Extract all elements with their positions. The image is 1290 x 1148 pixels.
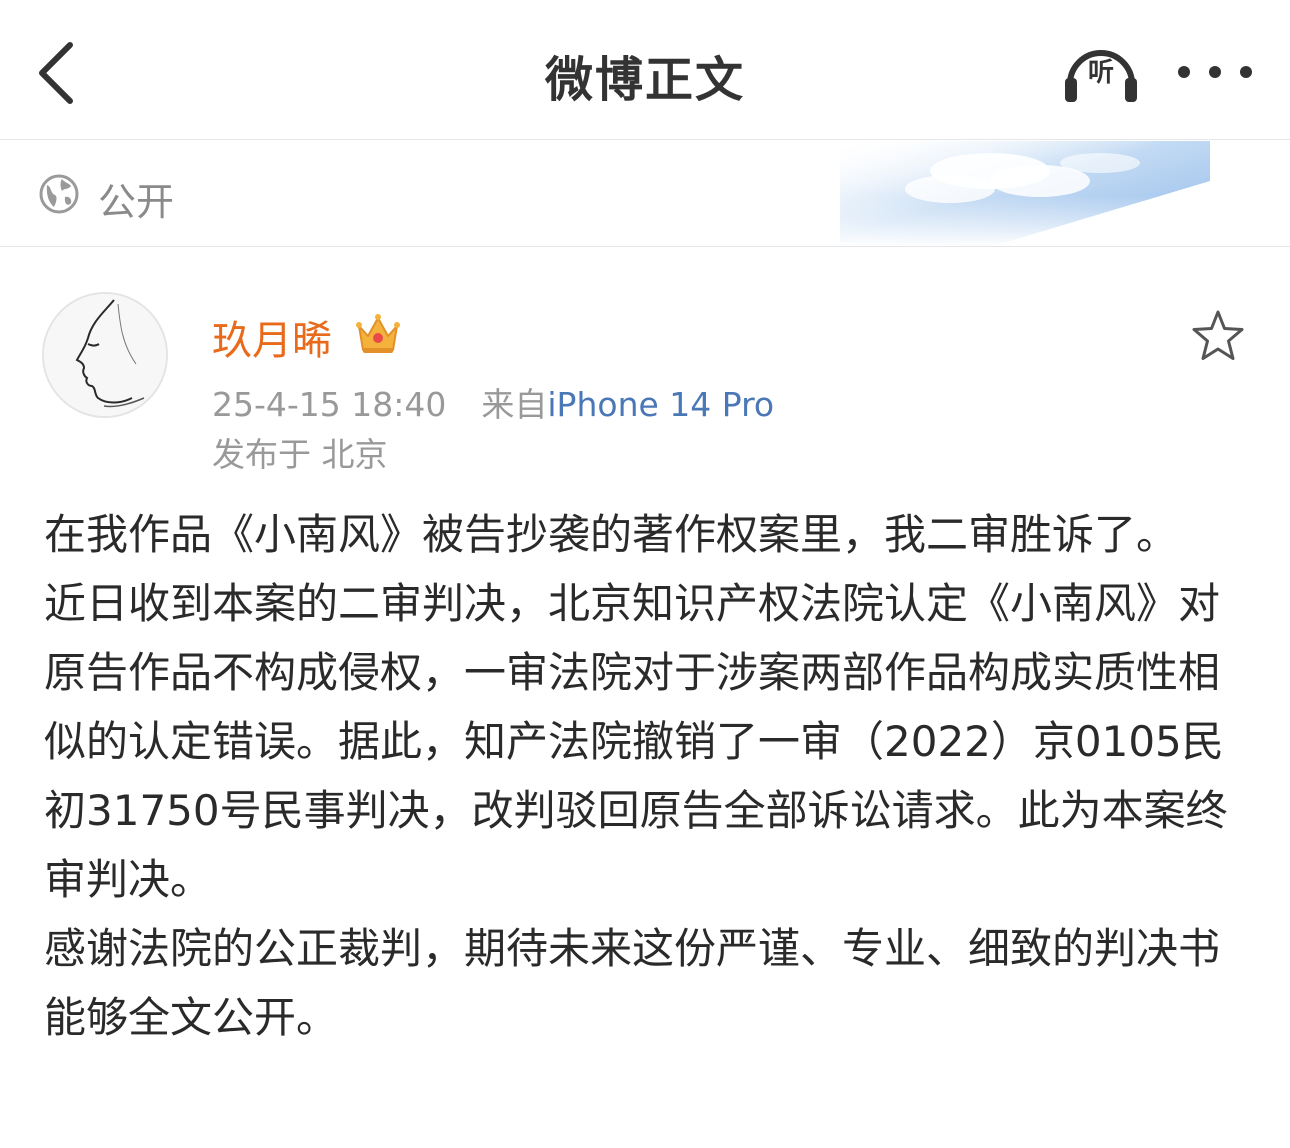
avatar[interactable]: [42, 292, 168, 418]
post-meta: 25-4-15 18:40 来自iPhone 14 Pro: [212, 378, 774, 426]
listen-button[interactable]: 听: [1062, 40, 1140, 104]
post-content: 在我作品《小南风》被告抄袭的著作权案里，我二审胜诉了。 近日收到本案的二审判决，…: [44, 500, 1244, 1052]
sky-decoration: [840, 141, 1210, 246]
favorite-star-icon[interactable]: [1190, 308, 1246, 364]
source-device-link[interactable]: iPhone 14 Pro: [547, 385, 774, 424]
more-dots-icon: [1178, 66, 1190, 78]
visibility-bar: 公开: [0, 141, 1290, 247]
source-prefix: 来自: [481, 385, 548, 424]
visibility-label: 公开: [98, 180, 175, 224]
listen-label: 听: [1087, 58, 1114, 88]
post-paragraph: 近日收到本案的二审判决，北京知识产权法院认定《小南风》对原告作品不构成侵权，一审…: [44, 579, 1228, 904]
post-timestamp: 25-4-15 18:40: [212, 385, 447, 424]
more-button[interactable]: [1178, 52, 1252, 92]
globe-icon: [39, 174, 79, 214]
crown-icon: [356, 314, 400, 353]
post-paragraph: 在我作品《小南风》被告抄袭的著作权案里，我二审胜诉了。: [44, 510, 1179, 559]
post-location: 发布于 北京: [212, 435, 388, 474]
post-header: 玖月晞 25-4-15 18:40 来自iPhone 14 Pro 发布于 北京: [0, 248, 1290, 488]
author-name[interactable]: 玖月晞: [212, 308, 332, 366]
post-paragraph: 感谢法院的公正裁判，期待未来这份严谨、专业、细致的判决书能够全文公开。: [44, 924, 1221, 1042]
top-navigation-bar: 微博正文 听: [0, 0, 1290, 140]
